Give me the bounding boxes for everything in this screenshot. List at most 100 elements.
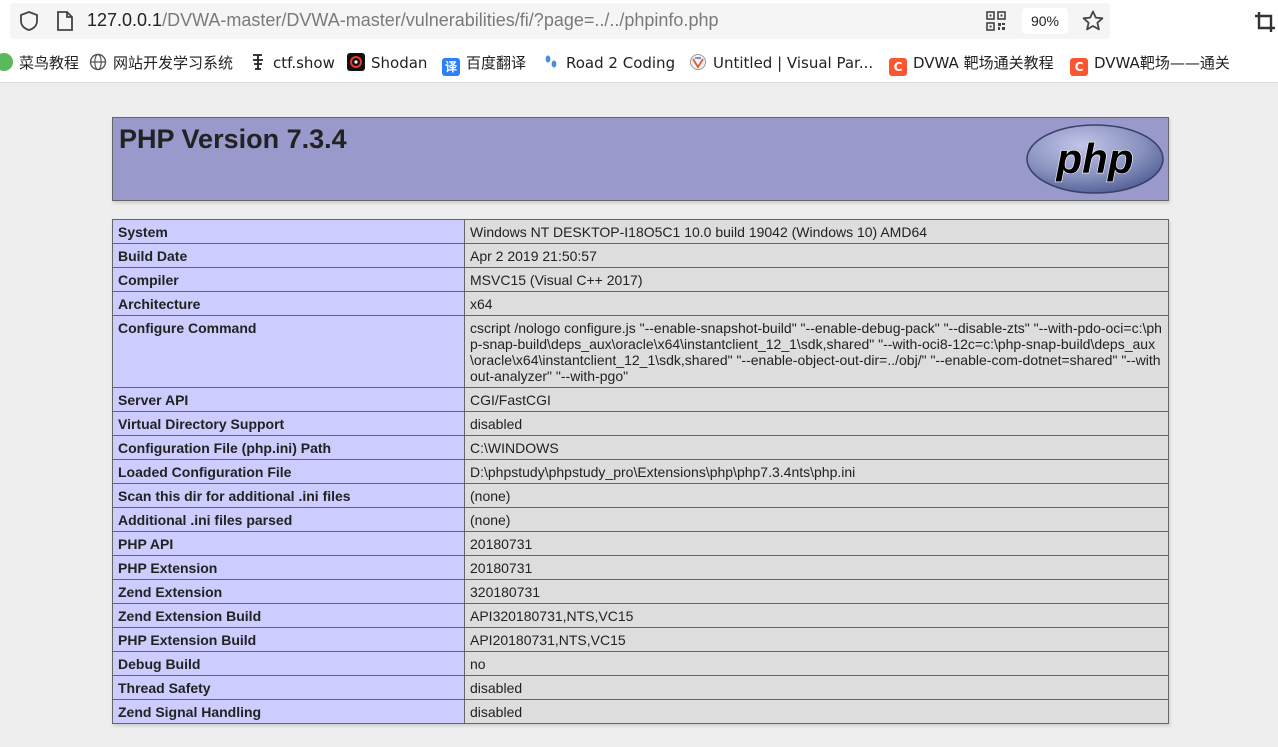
row-value: no	[464, 651, 1169, 676]
row-key: Scan this dir for additional .ini files	[112, 483, 465, 508]
bookmark-visual-paradigm[interactable]: Untitled | Visual Par...	[689, 52, 873, 74]
phpinfo-table: System Windows NT DESKTOP-I18O5C1 10.0 bu…	[112, 219, 1169, 724]
feet-icon	[545, 55, 557, 68]
bookmarks-bar: 菜鸟教程 网站开发学习系统 ctf.show Shodan 译百度翻译 Road…	[0, 48, 1278, 78]
row-key: Architecture	[112, 291, 465, 316]
row-value: CGI/FastCGI	[464, 387, 1169, 412]
visual-paradigm-icon	[690, 54, 706, 70]
phpinfo-header: PHP Version 7.3.4 php	[112, 117, 1169, 201]
row-key: Configuration File (php.ini) Path	[112, 435, 465, 460]
zoom-level[interactable]: 90%	[1022, 8, 1068, 34]
bookmark-web-dev[interactable]: 网站开发学习系统	[89, 52, 233, 74]
runoob-icon	[0, 53, 13, 71]
shodan-icon	[347, 53, 365, 71]
bookmark-label: Shodan	[371, 54, 428, 72]
row-key: Zend Extension	[112, 579, 465, 604]
url-host: 127.0.0.1	[87, 10, 163, 30]
table-row: Compiler MSVC15 (Visual C++ 2017)	[112, 267, 1169, 292]
bookmark-runoob[interactable]: 菜鸟教程	[0, 52, 79, 74]
table-row: Zend Signal Handling disabled	[112, 699, 1169, 724]
bookmark-label: Untitled | Visual Par...	[713, 54, 874, 72]
row-value: cscript /nologo configure.js "--enable-s…	[464, 315, 1169, 388]
row-value: C:\WINDOWS	[464, 435, 1169, 460]
row-value: 20180731	[464, 531, 1169, 556]
row-key: Compiler	[112, 267, 465, 292]
bookmark-label: ctf.show	[273, 54, 335, 72]
csdn-icon: C	[889, 58, 907, 76]
bookmark-label: 菜鸟教程	[19, 54, 80, 72]
page-info-icon[interactable]	[55, 10, 75, 32]
row-value: (none)	[464, 507, 1169, 532]
table-row: System Windows NT DESKTOP-I18O5C1 10.0 bu…	[112, 219, 1169, 244]
table-row: Scan this dir for additional .ini files(…	[112, 483, 1169, 508]
row-key: Virtual Directory Support	[112, 411, 465, 436]
row-key: Loaded Configuration File	[112, 459, 465, 484]
baidu-translate-icon: 译	[442, 58, 460, 76]
table-row: PHP API 20180731	[112, 531, 1169, 556]
table-row: Zend Extension Build API320180731,NTS,VC1…	[112, 603, 1169, 628]
url-text[interactable]: 127.0.0.1/DVWA-master/DVWA-master/vulner…	[87, 10, 718, 31]
browser-chrome: 127.0.0.1/DVWA-master/DVWA-master/vulner…	[0, 0, 1278, 83]
bookmark-label: DVWA靶场——通关	[1094, 54, 1230, 72]
bookmark-label: Road 2 Coding	[566, 54, 676, 72]
row-value: 20180731	[464, 555, 1169, 580]
table-row: Server API CGI/FastCGI	[112, 387, 1169, 412]
row-key: PHP Extension Build	[112, 627, 465, 652]
row-value: Apr 2 2019 21:50:57	[464, 243, 1169, 268]
php-logo-text: php	[1056, 135, 1134, 182]
address-toolbar: 127.0.0.1/DVWA-master/DVWA-master/vulner…	[0, 0, 1278, 44]
row-value: disabled	[464, 699, 1169, 724]
row-key: Server API	[112, 387, 465, 412]
bookmark-dvwa-tutorial[interactable]: C DVWA 靶场通关教程	[889, 52, 1054, 76]
row-key: PHP Extension	[112, 555, 465, 580]
row-value: 320180731	[464, 579, 1169, 604]
bookmark-label: 百度翻译	[466, 54, 527, 72]
php-logo[interactable]: php	[1025, 123, 1165, 195]
table-row: Zend Extension 320180731	[112, 579, 1169, 604]
row-value: x64	[464, 291, 1169, 316]
row-value: disabled	[464, 411, 1169, 436]
row-value: MSVC15 (Visual C++ 2017)	[464, 267, 1169, 292]
row-key: Build Date	[112, 243, 465, 268]
bookmark-ctfshow[interactable]: ctf.show	[249, 52, 335, 74]
table-row: Configure Command cscript /nologo configu…	[112, 315, 1169, 388]
row-value: Windows NT DESKTOP-I18O5C1 10.0 build 19…	[464, 219, 1169, 244]
row-key: System	[112, 219, 465, 244]
bookmark-label: DVWA 靶场通关教程	[913, 54, 1054, 72]
page-title: PHP Version 7.3.4	[119, 124, 347, 154]
bookmark-baidu-translate[interactable]: 译百度翻译	[442, 52, 527, 76]
crop-icon[interactable]	[1254, 11, 1276, 33]
row-key: Additional .ini files parsed	[112, 507, 465, 532]
bookmark-road2coding[interactable]: Road 2 Coding	[542, 52, 675, 74]
globe-icon	[89, 53, 107, 71]
table-row: Thread Safety disabled	[112, 675, 1169, 700]
row-value: API20180731,NTS,VC15	[464, 627, 1169, 652]
table-row: Loaded Configuration File D:\phpstudy\php…	[112, 459, 1169, 484]
table-row: Configuration File (php.ini) Path C:\WIND…	[112, 435, 1169, 460]
url-path: /DVWA-master/DVWA-master/vulnerabilities…	[162, 10, 719, 30]
shield-icon[interactable]	[18, 10, 40, 32]
table-row: Architecture x64	[112, 291, 1169, 316]
csdn-icon: C	[1070, 58, 1088, 76]
star-icon[interactable]	[1081, 9, 1105, 33]
row-key: PHP API	[112, 531, 465, 556]
table-row: Additional .ini files parsed (none)	[112, 507, 1169, 532]
table-row: PHP Extension Build API20180731,NTS,VC15	[112, 627, 1169, 652]
ctfshow-icon	[253, 54, 263, 70]
qr-code-icon[interactable]	[986, 11, 1006, 31]
bookmark-shodan[interactable]: Shodan	[347, 52, 427, 74]
table-row: Debug Build no	[112, 651, 1169, 676]
table-row: Virtual Directory Support disabled	[112, 411, 1169, 436]
row-value: (none)	[464, 483, 1169, 508]
bookmark-label: 网站开发学习系统	[113, 54, 234, 72]
bookmark-dvwa-walkthrough[interactable]: C DVWA靶场——通关	[1070, 52, 1230, 76]
table-row: Build Date Apr 2 2019 21:50:57	[112, 243, 1169, 268]
row-key: Configure Command	[112, 315, 465, 388]
row-value: API320180731,NTS,VC15	[464, 603, 1169, 628]
row-value: D:\phpstudy\phpstudy_pro\Extensions\php\…	[464, 459, 1169, 484]
table-row: PHP Extension 20180731	[112, 555, 1169, 580]
row-key: Zend Signal Handling	[112, 699, 465, 724]
row-key: Debug Build	[112, 651, 465, 676]
row-key: Zend Extension Build	[112, 603, 465, 628]
row-value: disabled	[464, 675, 1169, 700]
